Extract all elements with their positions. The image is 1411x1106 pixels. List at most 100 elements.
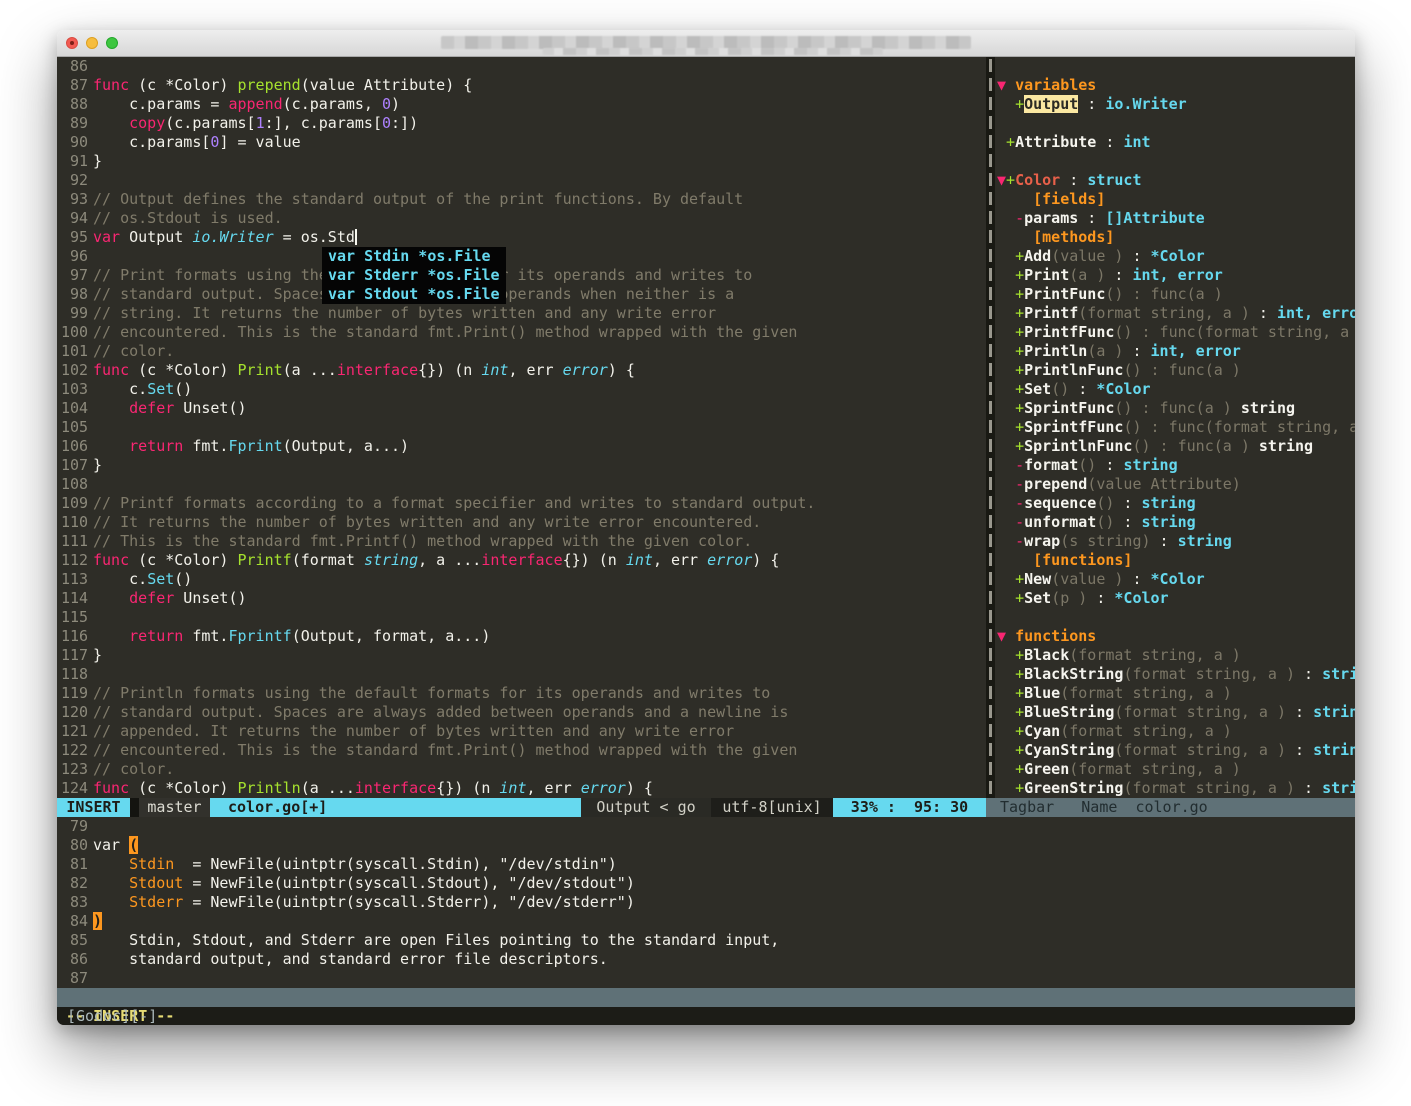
tagbar-line[interactable] (997, 608, 1355, 627)
code-line[interactable]: 105 (61, 418, 986, 437)
tagbar-line[interactable]: +Blue(format string, a ) (997, 684, 1355, 703)
code-line[interactable]: 119// Println formats using the default … (61, 684, 986, 703)
godoc-line[interactable]: 79 (61, 817, 1355, 836)
code-line[interactable]: 107} (61, 456, 986, 475)
tagbar-line[interactable]: -unformat() : string (997, 513, 1355, 532)
code-line[interactable]: 114 defer Unset() (61, 589, 986, 608)
tagbar-line[interactable]: +New(value ) : *Color (997, 570, 1355, 589)
code-line[interactable]: 117} (61, 646, 986, 665)
tagbar-line[interactable]: ▼ functions (997, 627, 1355, 646)
text-segment: = NewFile(uintptr(syscall.Stdout), "/dev… (183, 874, 635, 892)
completion-item[interactable]: var Stdin *os.File (328, 247, 500, 266)
godoc-preview-window[interactable]: 7980var (81 Stdin = NewFile(uintptr(sysc… (57, 817, 1355, 988)
code-line[interactable]: 115 (61, 608, 986, 627)
tagbar-line[interactable]: +CyanString(format string, a ) : string (997, 741, 1355, 760)
tagbar-line[interactable]: -sequence() : string (997, 494, 1355, 513)
tagbar-line[interactable] (997, 57, 1355, 76)
tagbar-line[interactable]: [fields] (997, 190, 1355, 209)
tagbar-line[interactable]: +Println(a ) : int, error (997, 342, 1355, 361)
code-line[interactable]: 111// This is the standard fmt.Printf() … (61, 532, 986, 551)
code-line[interactable]: 90 c.params[0] = value (61, 133, 986, 152)
tagbar-line[interactable]: +BlueString(format string, a ) : string (997, 703, 1355, 722)
tagbar-line[interactable] (997, 114, 1355, 133)
tagbar-panel[interactable]: ▼ variables +Output : io.Writer +Attribu… (995, 57, 1355, 798)
completion-item[interactable]: var Stderr *os.File (328, 266, 500, 285)
code-line[interactable]: 93// Output defines the standard output … (61, 190, 986, 209)
godoc-line[interactable]: 80var ( (61, 836, 1355, 855)
tagbar-line[interactable]: +Set() : *Color (997, 380, 1355, 399)
godoc-line[interactable]: 81 Stdin = NewFile(uintptr(syscall.Stdin… (61, 855, 1355, 874)
godoc-line[interactable]: 83 Stderr = NewFile(uintptr(syscall.Stde… (61, 893, 1355, 912)
tagbar-line[interactable]: +PrintFunc() : func(a ) (997, 285, 1355, 304)
tagbar-line[interactable]: [methods] (997, 228, 1355, 247)
code-line[interactable]: 122// encountered. This is the standard … (61, 741, 986, 760)
tagbar-line[interactable]: +SprintlnFunc() : func(a ) string (997, 437, 1355, 456)
tagbar-line[interactable]: +SprintfFunc() : func(format string, a )… (997, 418, 1355, 437)
close-button[interactable] (66, 37, 78, 49)
code-line[interactable]: 106 return fmt.Fprint(Output, a...) (61, 437, 986, 456)
tagbar-line[interactable]: +Print(a ) : int, error (997, 266, 1355, 285)
code-line[interactable]: 87func (c *Color) prepend(value Attribut… (61, 76, 986, 95)
tagbar-line[interactable]: +BlackString(format string, a ) : string (997, 665, 1355, 684)
code-line[interactable]: 89 copy(c.params[1:], c.params[0:]) (61, 114, 986, 133)
code-line[interactable]: 100// encountered. This is the standard … (61, 323, 986, 342)
code-line[interactable]: 103 c.Set() (61, 380, 986, 399)
tagbar-line[interactable]: +PrintfFunc() : func(format string, a ) (997, 323, 1355, 342)
godoc-line[interactable]: 84) (61, 912, 1355, 931)
code-line[interactable]: 116 return fmt.Fprintf(Output, format, a… (61, 627, 986, 646)
tagbar-line[interactable]: ▼+Color : struct (997, 171, 1355, 190)
tagbar-line[interactable] (997, 152, 1355, 171)
code-line[interactable]: 113 c.Set() (61, 570, 986, 589)
code-line[interactable]: 88 c.params = append(c.params, 0) (61, 95, 986, 114)
tagbar-line[interactable]: +Attribute : int (997, 133, 1355, 152)
window-titlebar[interactable] (57, 30, 1355, 57)
tagbar-line[interactable]: +SprintFunc() : func(a ) string (997, 399, 1355, 418)
godoc-line[interactable]: 87 (61, 969, 1355, 988)
code-line[interactable]: 101// color. (61, 342, 986, 361)
code-line[interactable]: 108 (61, 475, 986, 494)
tagbar-line[interactable]: -wrap(s string) : string (997, 532, 1355, 551)
tagbar-line[interactable]: +Green(format string, a ) (997, 760, 1355, 779)
tagbar-line[interactable]: +Printf(format string, a ) : int, error (997, 304, 1355, 323)
code-line[interactable]: 91} (61, 152, 986, 171)
window-split-separator[interactable] (986, 57, 995, 798)
code-line[interactable]: 99// string. It returns the number of by… (61, 304, 986, 323)
code-line[interactable]: 120// standard output. Spaces are always… (61, 703, 986, 722)
minimize-button[interactable] (86, 37, 98, 49)
code-line[interactable]: 96 (61, 247, 986, 266)
zoom-button[interactable] (106, 37, 118, 49)
tagbar-line[interactable]: +Output : io.Writer (997, 95, 1355, 114)
code-line[interactable]: 112func (c *Color) Printf(format string,… (61, 551, 986, 570)
code-line[interactable]: 102func (c *Color) Print(a ...interface{… (61, 361, 986, 380)
code-line[interactable]: 123// color. (61, 760, 986, 779)
tagbar-line[interactable]: ▼ variables (997, 76, 1355, 95)
code-line[interactable]: 86 (61, 57, 986, 76)
tagbar-line[interactable]: -prepend(value Attribute) (997, 475, 1355, 494)
tagbar-line[interactable]: +Cyan(format string, a ) (997, 722, 1355, 741)
code-line[interactable]: 98// standard output. Spaces are added b… (61, 285, 986, 304)
code-line[interactable]: 94// os.Stdout is used. (61, 209, 986, 228)
tagbar-line[interactable]: -format() : string (997, 456, 1355, 475)
code-line[interactable]: 104 defer Unset() (61, 399, 986, 418)
tagbar-line[interactable]: +Set(p ) : *Color (997, 589, 1355, 608)
code-line[interactable]: 110// It returns the number of bytes wri… (61, 513, 986, 532)
code-line[interactable]: 97// Print formats using the default for… (61, 266, 986, 285)
tagbar-line[interactable]: [functions] (997, 551, 1355, 570)
tagbar-line[interactable]: -params : []Attribute (997, 209, 1355, 228)
tagbar-line[interactable]: +Black(format string, a ) (997, 646, 1355, 665)
code-line[interactable]: 121// appended. It returns the number of… (61, 722, 986, 741)
godoc-line[interactable]: 86 standard output, and standard error f… (61, 950, 1355, 969)
code-window[interactable]: var Stdin *os.Filevar Stderr *os.Filevar… (57, 57, 986, 798)
godoc-line[interactable]: 85 Stdin, Stdout, and Stderr are open Fi… (61, 931, 1355, 950)
code-line[interactable]: 118 (61, 665, 986, 684)
text-segment: (c *Color) (129, 551, 237, 569)
tagbar-line[interactable]: +Add(value ) : *Color (997, 247, 1355, 266)
code-line[interactable]: 95var Output io.Writer = os.Std (61, 228, 986, 247)
godoc-line[interactable]: 82 Stdout = NewFile(uintptr(syscall.Stdo… (61, 874, 1355, 893)
completion-item[interactable]: var Stdout *os.File (328, 285, 500, 304)
code-line[interactable]: 109// Printf formats according to a form… (61, 494, 986, 513)
tagbar-line[interactable]: +PrintlnFunc() : func(a ) (997, 361, 1355, 380)
code-line[interactable]: 124func (c *Color) Println(a ...interfac… (61, 779, 986, 798)
tagbar-line[interactable]: +GreenString(format string, a ) : string (997, 779, 1355, 798)
code-line[interactable]: 92 (61, 171, 986, 190)
